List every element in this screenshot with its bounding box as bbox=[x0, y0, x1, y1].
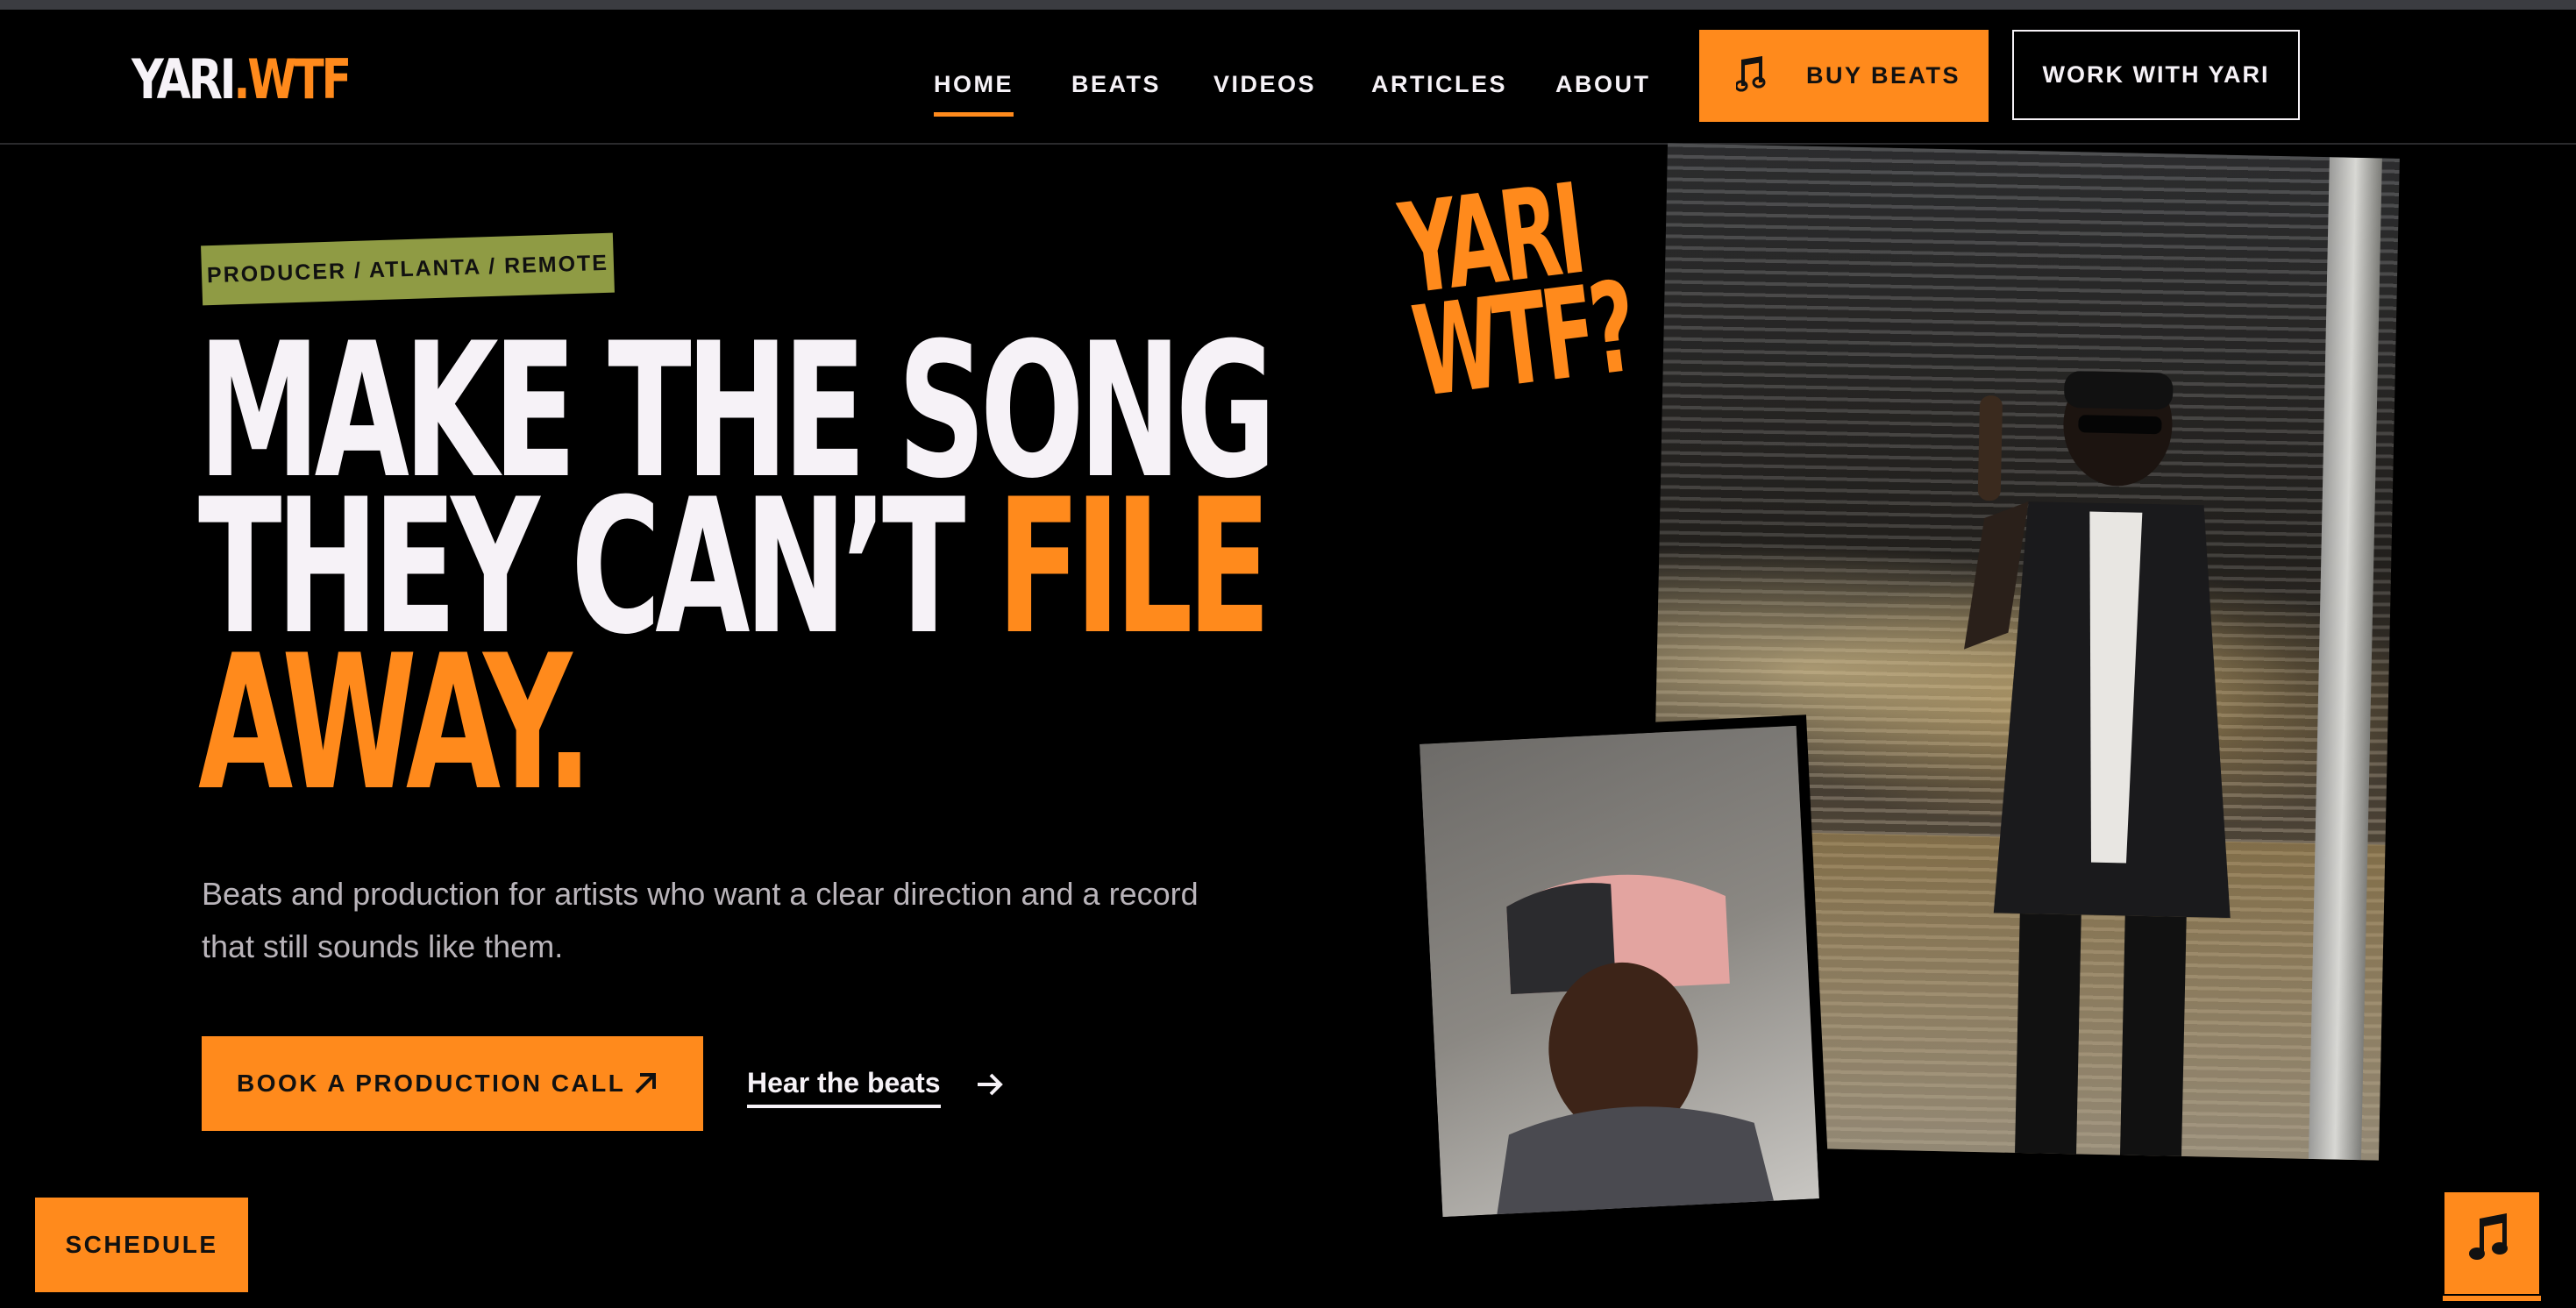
artist-photo-selfie bbox=[1408, 714, 1831, 1228]
yari-wtf-stamp: YARI WTF? bbox=[1393, 157, 1640, 426]
music-player-button[interactable] bbox=[2443, 1192, 2541, 1301]
nav-about[interactable]: ABOUT bbox=[1555, 62, 1651, 106]
book-call-label: BOOK A PRODUCTION CALL bbox=[237, 1070, 626, 1097]
hear-beats-label: Hear the beats bbox=[747, 1061, 941, 1108]
site-header: YARI.WTF HOME BEATS VIDEOS ARTICLES ABOU… bbox=[0, 10, 2576, 145]
logo-text-white: YARI bbox=[132, 47, 237, 111]
buy-beats-label: BUY BEATS bbox=[1806, 62, 1961, 89]
stamp-line-2: WTF? bbox=[1405, 255, 1640, 426]
book-production-call-button[interactable]: BOOK A PRODUCTION CALL bbox=[202, 1036, 703, 1131]
hero-headline: MAKE THE SONG THEY CAN’T FILE AWAY. bbox=[198, 318, 1277, 816]
browser-top-strip bbox=[0, 0, 2576, 10]
arrow-right-icon bbox=[978, 1073, 1003, 1096]
hear-the-beats-link[interactable]: Hear the beats bbox=[747, 1061, 1003, 1110]
schedule-button[interactable]: SCHEDULE bbox=[35, 1198, 248, 1292]
music-note-icon bbox=[1736, 56, 1766, 92]
nav-beats[interactable]: BEATS bbox=[1071, 62, 1161, 106]
nav-home[interactable]: HOME bbox=[934, 62, 1014, 117]
site-logo[interactable]: YARI.WTF bbox=[132, 45, 352, 115]
arrow-up-right-icon bbox=[635, 1073, 656, 1094]
selfie-figure bbox=[1495, 874, 1776, 1224]
music-note-icon bbox=[2469, 1213, 2508, 1260]
nav-videos[interactable]: VIDEOS bbox=[1213, 62, 1316, 106]
buy-beats-button[interactable]: BUY BEATS bbox=[1699, 30, 1989, 122]
work-with-yari-button[interactable]: WORK WITH YARI bbox=[2012, 30, 2300, 120]
hero-description: Beats and production for artists who wan… bbox=[202, 876, 1199, 964]
headline-line-2-orange: FILE bbox=[996, 459, 1271, 675]
artist-figure bbox=[1964, 367, 2231, 1161]
hero-tag: PRODUCER / ATLANTA / REMOTE bbox=[201, 232, 615, 306]
nav-articles[interactable]: ARTICLES bbox=[1371, 62, 1507, 106]
logo-text-orange: .WTF bbox=[233, 47, 352, 111]
